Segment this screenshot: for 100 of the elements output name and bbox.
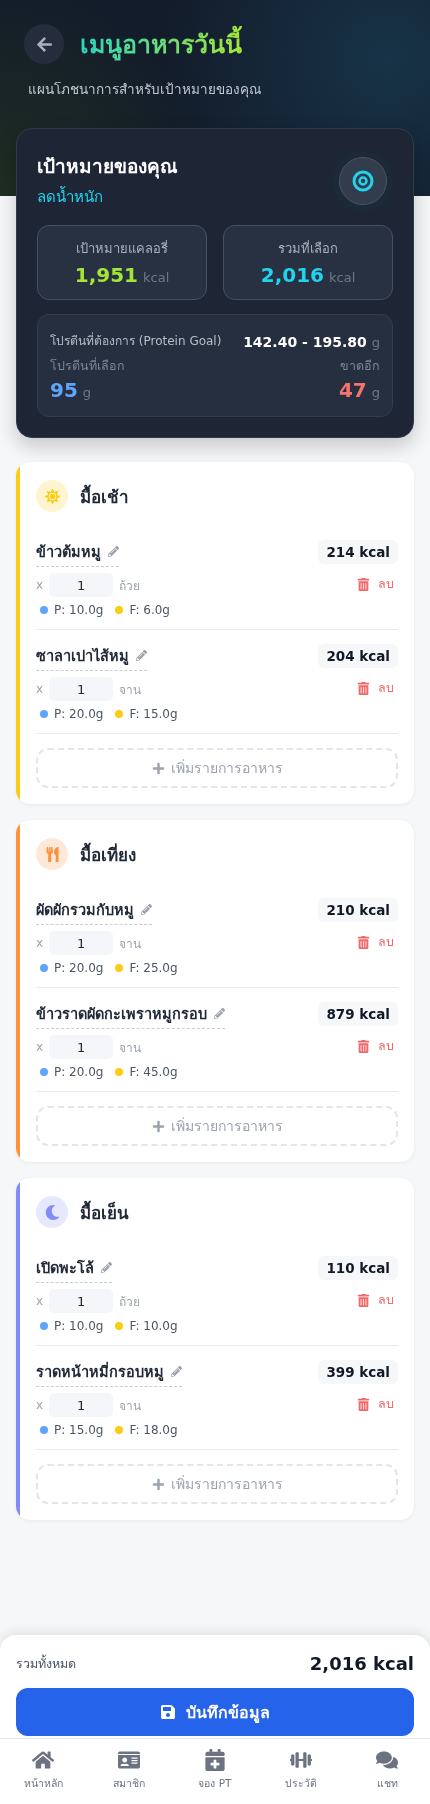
protein-goal-label: โปรตีนที่ต้องการ (Protein Goal): [50, 331, 222, 350]
pencil-icon[interactable]: [141, 904, 152, 915]
delete-button[interactable]: ลบ: [357, 574, 398, 594]
trash-icon: [357, 681, 370, 695]
nav-item[interactable]: แชท: [344, 1749, 430, 1792]
quantity-field[interactable]: 1: [49, 677, 114, 701]
delete-button[interactable]: ลบ: [357, 1394, 398, 1414]
protein-selected-label: โปรตีนที่เลือก: [50, 356, 125, 375]
delete-button[interactable]: ลบ: [357, 1290, 398, 1310]
multiply-sign: x: [36, 682, 44, 696]
unit-label: ถ้วย: [119, 1293, 141, 1311]
fat-dot: [115, 606, 124, 614]
unit-label: จาน: [119, 1039, 142, 1057]
food-name: ข้าวราดผัดกะเพราหมูกรอบ: [36, 1005, 207, 1025]
protein-amount: P: 20.0g: [54, 707, 104, 721]
target-icon: [352, 170, 374, 192]
nav-item[interactable]: ประวัติ: [258, 1749, 344, 1792]
total-label: รวมทั้งหมด: [16, 1653, 76, 1673]
unit-label: จาน: [119, 681, 142, 699]
nav-item[interactable]: จอง PT: [172, 1749, 258, 1792]
multiply-sign: x: [36, 936, 44, 950]
protein-dot: [40, 1068, 48, 1076]
pencil-icon[interactable]: [108, 546, 119, 557]
meal-title: มื้อเที่ยง: [80, 841, 136, 867]
save-icon: [160, 1704, 176, 1720]
trash-icon: [357, 1039, 370, 1053]
multiply-sign: x: [36, 1294, 44, 1308]
food-name: ซาลาเปาไส้หมู: [36, 647, 129, 667]
protein-selected-value: 95 g: [50, 378, 92, 402]
stat-label: รวมที่เลือก: [278, 239, 338, 258]
unit-label: จาน: [119, 935, 142, 953]
dumbbell-icon: [290, 1749, 312, 1771]
protein-amount: P: 10.0g: [54, 1319, 104, 1333]
pencil-icon[interactable]: [171, 1366, 182, 1377]
total-value: 2,016 kcal: [309, 1653, 414, 1674]
food-name: เปิดพะโล้: [36, 1259, 94, 1278]
multiply-sign: x: [36, 578, 44, 592]
quantity-field[interactable]: 1: [49, 573, 114, 597]
unit-label: ถ้วย: [119, 577, 141, 595]
sun-icon: [44, 488, 60, 504]
trash-icon: [357, 1397, 370, 1411]
goal-title: เป้าหมายของคุณ: [37, 154, 178, 181]
fat-dot: [115, 1068, 124, 1076]
meal-title: มื้อเย็น: [80, 1199, 129, 1225]
fat-dot: [115, 1426, 124, 1434]
protein-dot: [40, 710, 48, 718]
food-name: ราดหน้าหมี่กรอบหมู: [36, 1360, 164, 1383]
multiply-sign: x: [36, 1040, 44, 1054]
protein-dot: [40, 1426, 48, 1434]
delete-button[interactable]: ลบ: [357, 678, 398, 698]
quantity-field[interactable]: 1: [49, 1289, 114, 1313]
fat-amount: F: 45.0g: [129, 1065, 178, 1079]
quantity-field[interactable]: 1: [49, 1393, 114, 1417]
fat-amount: F: 18.0g: [129, 1423, 178, 1437]
nav-item[interactable]: หน้าหลัก: [0, 1749, 86, 1792]
fat-dot: [115, 710, 124, 718]
stat-value: 2,016 kcal: [260, 263, 356, 287]
unit-label: จาน: [119, 1397, 142, 1415]
food-name: ผัดผักรวมกับหมู: [36, 901, 134, 921]
fat-amount: F: 15.0g: [129, 707, 178, 721]
protein-goal-range: 142.40 - 195.80 g: [243, 334, 380, 350]
protein-amount: P: 10.0g: [54, 603, 104, 617]
calorie-badge: 110 kcal: [318, 1256, 398, 1280]
fat-amount: F: 25.0g: [129, 961, 178, 975]
meal-title: มื้อเช้า: [80, 483, 129, 509]
plus-icon: [151, 761, 165, 775]
stat-label: เป้าหมายแคลอรี่: [76, 239, 168, 258]
id-card-icon: [118, 1749, 140, 1771]
trash-icon: [357, 935, 370, 949]
trash-icon: [357, 577, 370, 591]
delete-button[interactable]: ลบ: [357, 932, 398, 952]
quantity-field[interactable]: 1: [49, 931, 114, 955]
protein-amount: P: 15.0g: [54, 1423, 104, 1437]
delete-button[interactable]: ลบ: [357, 1036, 398, 1056]
moon-icon: [44, 1204, 60, 1220]
fat-amount: F: 10.0g: [129, 1319, 178, 1333]
calorie-badge: 879 kcal: [318, 1002, 398, 1026]
back-arrow-icon: [35, 35, 53, 53]
plus-icon: [151, 1477, 165, 1491]
plus-icon: [151, 1119, 165, 1133]
quantity-field[interactable]: 1: [49, 1035, 114, 1059]
food-name: ข้าวต้มหมู: [36, 543, 101, 563]
save-button[interactable]: บันทึกข้อมูล: [16, 1688, 414, 1736]
protein-missing-label: ขาดอีก: [340, 357, 380, 375]
pencil-icon[interactable]: [101, 1262, 112, 1273]
trash-icon: [357, 1293, 370, 1307]
pencil-icon[interactable]: [136, 650, 147, 661]
pencil-icon[interactable]: [214, 1008, 225, 1019]
protein-dot: [40, 606, 48, 614]
calorie-badge: 214 kcal: [318, 540, 398, 564]
protein-dot: [40, 1322, 48, 1330]
fat-dot: [115, 1322, 124, 1330]
fat-amount: F: 6.0g: [129, 603, 170, 617]
protein-amount: P: 20.0g: [54, 961, 104, 975]
utensils-icon: [44, 846, 60, 862]
protein-dot: [40, 964, 48, 972]
nav-item[interactable]: สมาชิก: [86, 1749, 172, 1792]
page-subtitle: แผนโภชนาการสำหรับเป้าหมายของคุณ: [27, 80, 263, 100]
calorie-badge: 204 kcal: [318, 644, 398, 668]
home-icon: [32, 1749, 54, 1771]
